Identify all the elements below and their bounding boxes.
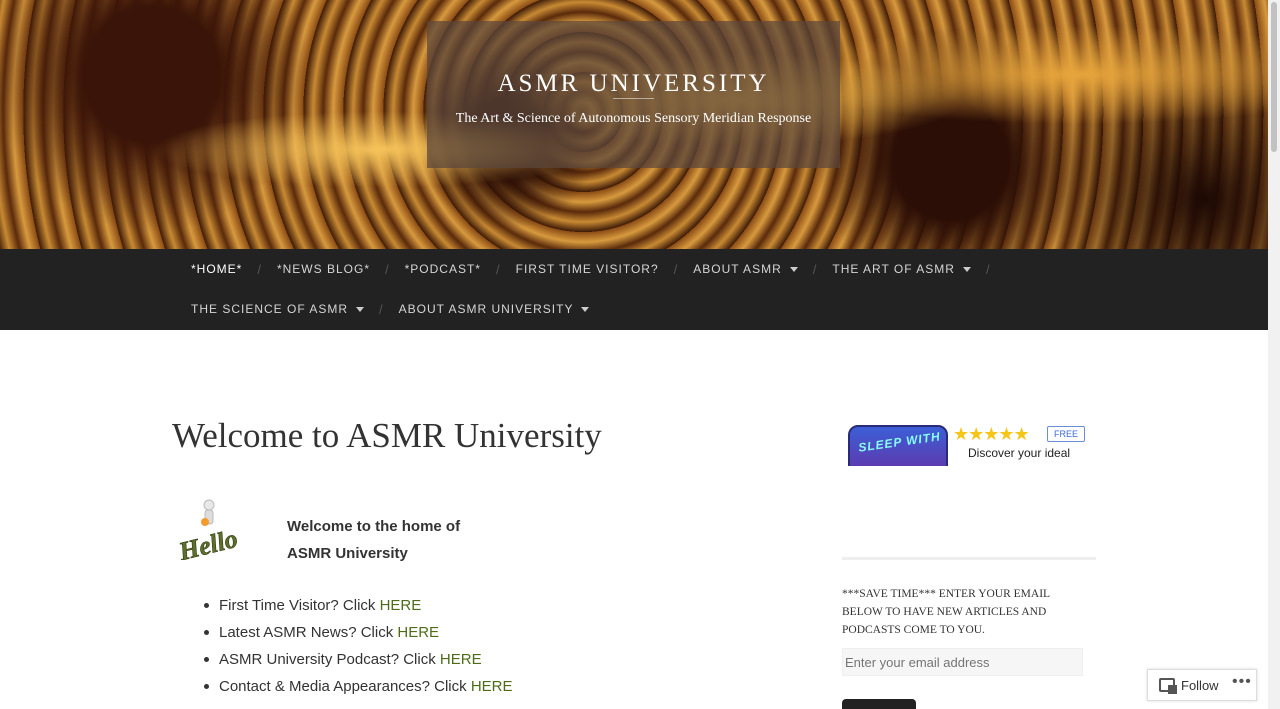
rating-stars-icon: ★★★★★ bbox=[953, 425, 1030, 444]
site-title[interactable]: ASMR UNIVERSITY bbox=[427, 71, 840, 96]
list-item: First Time Visitor? Click HERE bbox=[204, 592, 513, 619]
email-field[interactable] bbox=[842, 648, 1083, 676]
quick-links-list: First Time Visitor? Click HERE Latest AS… bbox=[204, 592, 513, 700]
nav-item-first-time-visitor[interactable]: FIRST TIME VISITOR? bbox=[516, 262, 659, 276]
nav-label: FIRST TIME VISITOR? bbox=[515, 262, 659, 276]
nav-item-science-of-asmr[interactable]: THE SCIENCE OF ASMR bbox=[191, 302, 365, 316]
app-ad-banner[interactable]: SLEEP WITH ★★★★★ FREE Discover your idea… bbox=[848, 425, 1098, 466]
follow-button[interactable]: Follow bbox=[1181, 678, 1219, 693]
nav-row-2: THE SCIENCE OF ASMR / ABOUT ASMR UNIVERS… bbox=[191, 299, 590, 319]
nav-separator: / bbox=[385, 261, 390, 277]
nav-label: ABOUT ASMR bbox=[693, 262, 782, 276]
list-item: ASMR University Podcast? Click HERE bbox=[204, 646, 513, 673]
widget-divider bbox=[842, 557, 1096, 560]
app-icon: SLEEP WITH bbox=[848, 425, 948, 466]
hello-image[interactable]: Hello bbox=[174, 498, 258, 567]
here-link-first-time-visitor[interactable]: HERE bbox=[380, 597, 422, 614]
nav-item-podcast[interactable]: *PODCAST* bbox=[405, 262, 481, 276]
nav-item-about-asmr[interactable]: ABOUT ASMR bbox=[693, 262, 798, 276]
chevron-down-icon bbox=[962, 266, 971, 272]
welcome-line-2: ASMR University bbox=[287, 545, 408, 562]
nav-row-1: *HOME* / *NEWS BLOG* / *PODCAST* / FIRST… bbox=[191, 259, 1006, 279]
welcome-message: Welcome to the home of ASMR University bbox=[287, 513, 460, 567]
link-prompt: Contact & Media Appearances? Click bbox=[219, 678, 471, 695]
here-link-latest-news[interactable]: HERE bbox=[397, 624, 439, 641]
here-link-podcast[interactable]: HERE bbox=[440, 651, 482, 668]
nav-label: THE ART OF ASMR bbox=[832, 262, 955, 276]
more-options-icon[interactable]: ••• bbox=[1232, 673, 1252, 691]
nav-separator: / bbox=[495, 261, 501, 277]
free-badge: FREE bbox=[1047, 426, 1086, 442]
nav-label: *PODCAST* bbox=[404, 262, 481, 276]
page-scrollbar[interactable] bbox=[1268, 0, 1280, 709]
chevron-down-icon bbox=[356, 306, 365, 312]
site-description: The Art & Science of Autonomous Sensory … bbox=[455, 111, 812, 126]
header-banner: ASMR UNIVERSITY The Art & Science of Aut… bbox=[0, 0, 1268, 249]
nav-separator: / bbox=[985, 261, 991, 277]
nav-item-about-asmr-university[interactable]: ABOUT ASMR UNIVERSITY bbox=[399, 302, 590, 316]
nav-label: *NEWS BLOG* bbox=[276, 262, 370, 276]
ad-description: Discover your ideal bbox=[968, 446, 1071, 460]
nav-separator: / bbox=[812, 261, 818, 277]
link-prompt: ASMR University Podcast? Click bbox=[219, 651, 440, 668]
nav-separator: / bbox=[257, 261, 262, 277]
subscribe-button[interactable] bbox=[842, 699, 916, 709]
nav-item-art-of-asmr[interactable]: THE ART OF ASMR bbox=[832, 262, 971, 276]
reader-icon bbox=[1159, 678, 1177, 694]
follow-widget: Follow ••• bbox=[1147, 669, 1257, 701]
link-prompt: Latest ASMR News? Click bbox=[219, 624, 398, 641]
list-item: Contact & Media Appearances? Click HERE bbox=[204, 673, 513, 700]
scrollbar-thumb[interactable] bbox=[1271, 2, 1277, 152]
welcome-line-1: Welcome to the home of bbox=[287, 518, 461, 535]
page-title: Welcome to ASMR University bbox=[172, 416, 602, 455]
subscribe-prompt: ***SAVE TIME*** ENTER YOUR EMAIL BELOW T… bbox=[842, 588, 1050, 636]
nav-separator: / bbox=[673, 261, 679, 277]
nav-item-home[interactable]: *HOME* bbox=[191, 262, 242, 276]
site-branding: ASMR UNIVERSITY The Art & Science of Aut… bbox=[427, 21, 840, 168]
hello-text: Hello bbox=[175, 524, 240, 560]
app-icon-text: SLEEP WITH bbox=[857, 429, 942, 455]
link-prompt: First Time Visitor? Click bbox=[219, 597, 380, 614]
chevron-down-icon bbox=[581, 306, 590, 312]
here-link-contact[interactable]: HERE bbox=[471, 678, 513, 695]
title-divider bbox=[613, 98, 654, 99]
main-navigation: *HOME* / *NEWS BLOG* / *PODCAST* / FIRST… bbox=[0, 249, 1268, 330]
nav-separator: / bbox=[379, 301, 384, 317]
nav-label: ABOUT ASMR UNIVERSITY bbox=[398, 302, 574, 316]
hello-figure-icon: Hello bbox=[175, 499, 241, 567]
nav-item-news-blog[interactable]: *NEWS BLOG* bbox=[277, 262, 370, 276]
list-item: Latest ASMR News? Click HERE bbox=[204, 619, 513, 646]
nav-label: THE SCIENCE OF ASMR bbox=[191, 302, 349, 316]
chevron-down-icon bbox=[789, 266, 798, 272]
nav-label: *HOME* bbox=[191, 262, 243, 276]
